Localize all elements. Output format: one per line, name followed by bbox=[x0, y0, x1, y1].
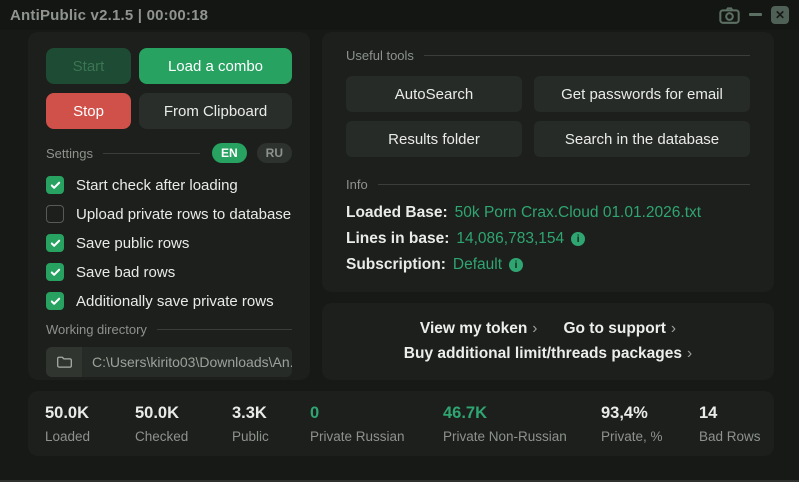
chevron-right-icon: › bbox=[532, 320, 537, 337]
checkbox-icon[interactable] bbox=[46, 205, 64, 223]
minimize-icon[interactable] bbox=[749, 13, 762, 18]
settings-header: Settings EN RU bbox=[46, 143, 292, 163]
stat-private-non-russian: 46.7K Private Non-Russian bbox=[443, 404, 567, 444]
checkbox-start-check-after-loading[interactable]: Start check after loading bbox=[46, 176, 292, 194]
window-title: AntiPublic v2.1.5 | 00:00:18 bbox=[10, 7, 208, 24]
stat-label: Loaded bbox=[45, 429, 90, 444]
checkbox-save-public-rows[interactable]: Save public rows bbox=[46, 234, 292, 252]
buy-packages-link[interactable]: Buy additional limit/threads packages› bbox=[404, 345, 692, 363]
checkbox-label: Additionally save private rows bbox=[76, 293, 274, 310]
loaded-base-row: Loaded Base: 50k Porn Crax.Cloud 01.01.2… bbox=[346, 200, 750, 226]
stat-value: 14 bbox=[699, 404, 761, 423]
checkbox-icon[interactable] bbox=[46, 292, 64, 310]
working-directory-label: Working directory bbox=[46, 322, 147, 337]
info-icon[interactable]: i bbox=[509, 258, 523, 272]
language-ru-button[interactable]: RU bbox=[257, 143, 292, 163]
stat-value: 50.0K bbox=[135, 404, 188, 423]
stat-label: Private Non-Russian bbox=[443, 429, 567, 444]
stat-value: 3.3K bbox=[232, 404, 269, 423]
checkbox-icon[interactable] bbox=[46, 234, 64, 252]
checkbox-label: Save bad rows bbox=[76, 264, 175, 281]
control-panel: Start Load a combo Stop From Clipboard S… bbox=[28, 32, 310, 380]
loaded-base-label: Loaded Base: bbox=[346, 204, 448, 222]
divider-line bbox=[103, 153, 200, 154]
stat-value: 0 bbox=[310, 404, 405, 423]
stat-loaded: 50.0K Loaded bbox=[45, 404, 90, 444]
stat-value: 93,4% bbox=[601, 404, 663, 423]
tools-buttons: AutoSearch Get passwords for email Resul… bbox=[346, 76, 750, 157]
stat-private-russian: 0 Private Russian bbox=[310, 404, 405, 444]
stat-label: Private, % bbox=[601, 429, 663, 444]
from-clipboard-button[interactable]: From Clipboard bbox=[139, 93, 292, 129]
working-directory-path: C:\Users\kirito03\Downloads\An... bbox=[82, 354, 292, 370]
app-window: AntiPublic v2.1.5 | 00:00:18 ✕ Start Loa… bbox=[0, 0, 799, 482]
screenshot-camera-icon[interactable] bbox=[719, 7, 740, 24]
stats-panel: 50.0K Loaded 50.0K Checked 3.3K Public 0… bbox=[28, 391, 774, 456]
settings-label: Settings bbox=[46, 146, 93, 161]
stat-label: Public bbox=[232, 429, 269, 444]
stat-checked: 50.0K Checked bbox=[135, 404, 188, 444]
chevron-right-icon: › bbox=[687, 345, 692, 362]
window-controls: ✕ bbox=[719, 6, 789, 24]
chevron-right-icon: › bbox=[671, 320, 676, 337]
useful-tools-header: Useful tools bbox=[346, 48, 750, 63]
checkbox-label: Save public rows bbox=[76, 235, 189, 252]
working-directory-input[interactable]: C:\Users\kirito03\Downloads\An... bbox=[46, 347, 292, 377]
stat-label: Bad Rows bbox=[699, 429, 761, 444]
stop-button[interactable]: Stop bbox=[46, 93, 131, 129]
close-icon[interactable]: ✕ bbox=[771, 6, 789, 24]
info-label: Info bbox=[346, 177, 368, 192]
title-bar: AntiPublic v2.1.5 | 00:00:18 ✕ bbox=[0, 0, 799, 30]
useful-tools-label: Useful tools bbox=[346, 48, 414, 63]
stat-label: Private Russian bbox=[310, 429, 405, 444]
lines-in-base-value: 14,086,783,154 bbox=[456, 230, 564, 248]
autosearch-button[interactable]: AutoSearch bbox=[346, 76, 522, 112]
subscription-row: Subscription: Default i bbox=[346, 252, 750, 278]
stat-value: 46.7K bbox=[443, 404, 567, 423]
checkbox-label: Upload private rows to database bbox=[76, 206, 291, 223]
folder-icon[interactable] bbox=[46, 347, 82, 377]
links-panel: View my token› Go to support› Buy additi… bbox=[322, 303, 774, 380]
info-icon[interactable]: i bbox=[571, 232, 585, 246]
stat-label: Checked bbox=[135, 429, 188, 444]
checkbox-icon[interactable] bbox=[46, 176, 64, 194]
stat-value: 50.0K bbox=[45, 404, 90, 423]
divider-line bbox=[378, 184, 750, 185]
subscription-value: Default bbox=[453, 256, 502, 274]
go-to-support-link[interactable]: Go to support› bbox=[563, 320, 676, 338]
results-folder-button[interactable]: Results folder bbox=[346, 121, 522, 157]
loaded-base-value: 50k Porn Crax.Cloud 01.01.2026.txt bbox=[455, 204, 701, 222]
checkbox-icon[interactable] bbox=[46, 263, 64, 281]
load-combo-button[interactable]: Load a combo bbox=[139, 48, 292, 84]
info-header: Info bbox=[346, 177, 750, 192]
lines-in-base-label: Lines in base: bbox=[346, 230, 449, 248]
links-row-1: View my token› Go to support› bbox=[420, 320, 676, 338]
stat-private-percent: 93,4% Private, % bbox=[601, 404, 663, 444]
subscription-label: Subscription: bbox=[346, 256, 446, 274]
search-database-button[interactable]: Search in the database bbox=[534, 121, 750, 157]
lines-in-base-row: Lines in base: 14,086,783,154 i bbox=[346, 226, 750, 252]
tools-info-panel: Useful tools AutoSearch Get passwords fo… bbox=[322, 32, 774, 292]
checkbox-save-private-rows[interactable]: Additionally save private rows bbox=[46, 292, 292, 310]
checkbox-save-bad-rows[interactable]: Save bad rows bbox=[46, 263, 292, 281]
working-directory-header: Working directory bbox=[46, 322, 292, 337]
start-button[interactable]: Start bbox=[46, 48, 131, 84]
stat-bad-rows: 14 Bad Rows bbox=[699, 404, 761, 444]
get-passwords-button[interactable]: Get passwords for email bbox=[534, 76, 750, 112]
stat-public: 3.3K Public bbox=[232, 404, 269, 444]
links-row-2: Buy additional limit/threads packages› bbox=[404, 345, 692, 363]
checkbox-upload-private-rows[interactable]: Upload private rows to database bbox=[46, 205, 292, 223]
divider-line bbox=[424, 55, 750, 56]
divider-line bbox=[157, 329, 292, 330]
language-en-button[interactable]: EN bbox=[212, 143, 247, 163]
view-my-token-link[interactable]: View my token› bbox=[420, 320, 538, 338]
checkbox-label: Start check after loading bbox=[76, 177, 238, 194]
run-buttons: Start Load a combo Stop From Clipboard bbox=[46, 48, 292, 129]
